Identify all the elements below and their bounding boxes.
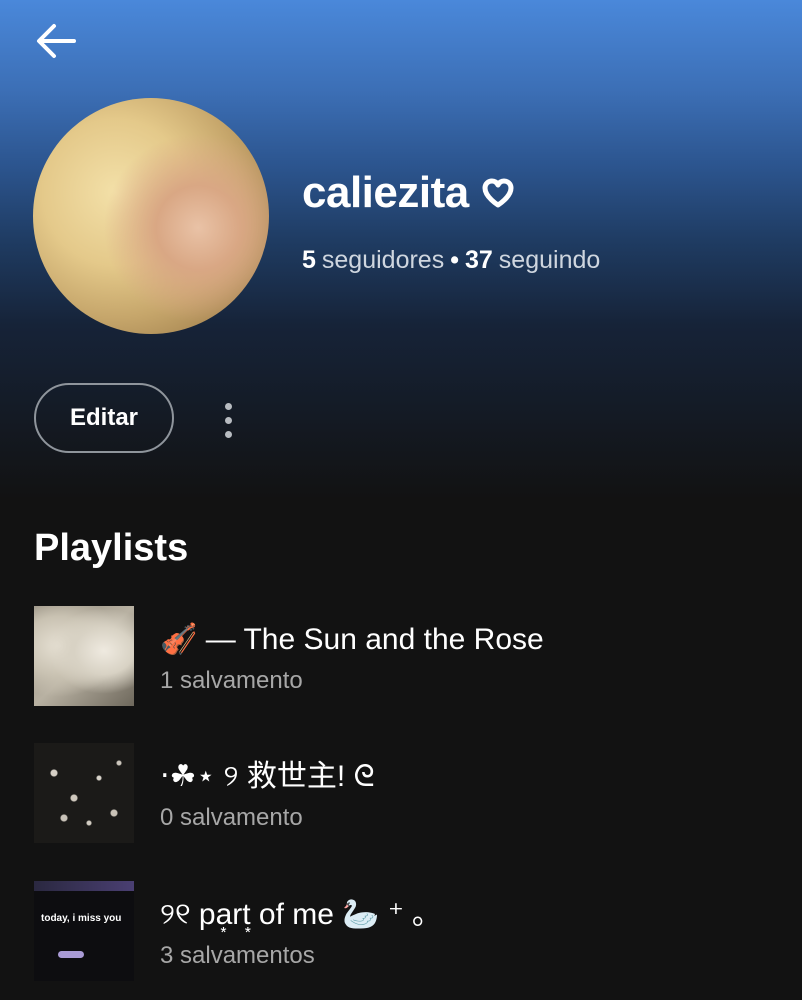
arrow-left-icon — [37, 24, 76, 58]
playlist-saves: 1 salvamento — [160, 667, 303, 694]
edit-profile-button[interactable]: Editar — [34, 383, 174, 453]
playlist-title: 🎻 — The Sun and the Rose — [160, 623, 544, 656]
playlist-title: ‧☘︎⋆ ୨ 救世主! ᘓ — [160, 760, 375, 793]
following-label[interactable]: seguindo — [499, 244, 600, 276]
playlist-saves: 3 salvamentos — [160, 942, 315, 969]
playlist-item[interactable]: today, i miss you ୨୧ pa͙rt͙ of me 🦢 ⁺ ｡ … — [34, 881, 774, 981]
playlist-item[interactable]: ‧☘︎⋆ ୨ 救世主! ᘓ 0 salvamento — [34, 743, 774, 843]
stats-separator: • — [450, 246, 459, 274]
playlist-cover — [34, 743, 134, 843]
profile-stats: 5 seguidores • 37 seguindo — [302, 244, 600, 276]
playlist-title: ୨୧ pa͙rt͙ of me 🦢 ⁺ ｡ — [160, 898, 428, 931]
playlist-cover: today, i miss you — [34, 881, 134, 981]
following-count[interactable]: 37 — [465, 244, 493, 276]
playlist-cover-text: today, i miss you — [41, 913, 122, 924]
avatar[interactable] — [33, 98, 269, 334]
followers-label[interactable]: seguidores — [322, 244, 444, 276]
followers-count[interactable]: 5 — [302, 244, 316, 276]
more-vertical-icon — [224, 402, 232, 438]
profile-name: caliezita — [302, 168, 469, 217]
heart-icon — [482, 178, 514, 208]
profile-name-row: caliezita — [302, 166, 515, 220]
back-button[interactable] — [28, 16, 84, 66]
playlists-heading: Playlists — [34, 527, 189, 569]
more-options-button[interactable] — [208, 395, 248, 445]
playlist-item[interactable]: 🎻 — The Sun and the Rose 1 salvamento — [34, 606, 774, 706]
playlist-saves: 0 salvamento — [160, 804, 303, 831]
playlist-cover — [34, 606, 134, 706]
